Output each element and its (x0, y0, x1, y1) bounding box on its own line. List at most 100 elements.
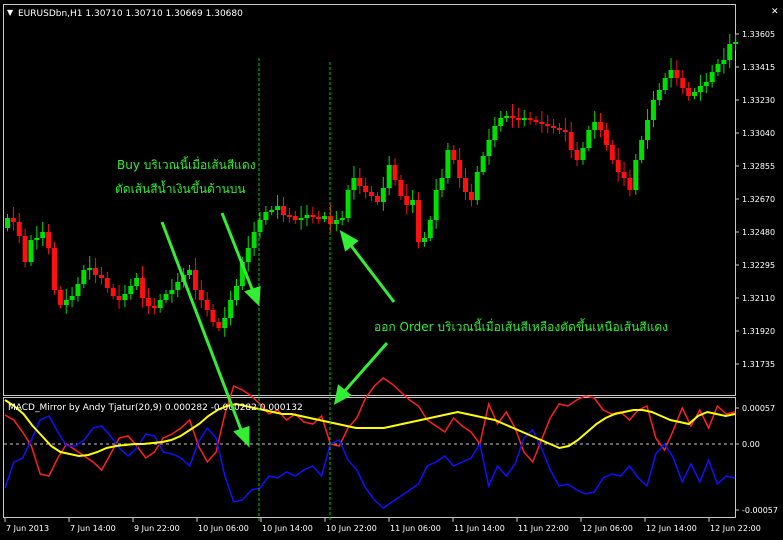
candle-body (275, 206, 281, 210)
candle-body (280, 206, 286, 215)
candle-body (34, 238, 40, 240)
candle-body (592, 122, 598, 130)
candle-body (392, 165, 398, 180)
candle-body (234, 286, 240, 300)
candle-body (316, 217, 322, 219)
candle-body (609, 145, 615, 160)
candle-body (650, 100, 656, 120)
candle-body (245, 248, 251, 262)
candle-body (721, 60, 727, 64)
candle-body (416, 200, 422, 242)
candle-body (504, 116, 510, 118)
buy-annotation-line-2: ตัดเส้นสีน้ำเงินขึ้นด้านบน (115, 180, 246, 196)
candle-body (527, 118, 533, 120)
candle-body (163, 294, 169, 300)
arrowhead-3 (339, 229, 359, 252)
candle-body (22, 236, 28, 262)
candle-body (151, 306, 157, 308)
candle-body (69, 296, 75, 300)
candle-body (703, 82, 709, 86)
candle-body (257, 220, 263, 232)
indicator-panel-frame (3, 397, 736, 518)
candle-body (75, 284, 81, 296)
candle-body (709, 72, 715, 82)
candle-body (51, 248, 57, 290)
candle-body (539, 122, 545, 124)
candle-body (386, 165, 392, 188)
candle-body (198, 290, 204, 300)
candle-body (175, 282, 181, 290)
candle-body (110, 288, 116, 296)
candle-body (645, 120, 651, 140)
candle-body (57, 290, 63, 305)
price-tick-label: 1.33040 (742, 129, 775, 138)
time-tick-label: 10 Jun 14:00 (262, 524, 313, 533)
candle-body (580, 148, 586, 160)
candle-body (98, 275, 104, 278)
candle-body (586, 130, 592, 148)
candle-body (292, 216, 298, 220)
candle-body (116, 296, 122, 300)
candle-body (40, 232, 46, 238)
candle-body (463, 178, 469, 192)
candle-body (457, 160, 463, 178)
candle-body (16, 222, 22, 236)
candle-body (715, 64, 721, 72)
candle-body (521, 118, 527, 120)
price-tick-label: 1.32855 (742, 162, 775, 171)
candle-body (551, 126, 557, 128)
buy-annotation-line-1: Buy บริเวณนี้เมื่อเส้นสีแดง (117, 156, 256, 172)
candle-body (574, 150, 580, 160)
candle-body (445, 150, 451, 178)
candle-body (339, 218, 345, 220)
candle-body (633, 160, 639, 190)
candle-body (216, 322, 222, 328)
candle-body (374, 196, 380, 202)
time-tick-label: 9 Jun 22:00 (134, 524, 180, 533)
candle-body (492, 126, 498, 140)
candle-body (486, 140, 492, 156)
candle-body (63, 300, 69, 305)
chart-canvas[interactable]: ▼ EURUSDbn,H1 1.30710 1.30710 1.30669 1.… (0, 0, 783, 540)
candle-body (187, 270, 193, 275)
menu-arrow-icon[interactable]: ▼ (7, 8, 14, 17)
candle-body (310, 215, 316, 217)
candle-body (627, 178, 633, 190)
candle-body (298, 218, 304, 220)
candle-body (87, 268, 93, 270)
time-tick-label: 7 Jun 2013 (6, 524, 49, 533)
candle-body (421, 238, 427, 242)
arrowhead-2 (244, 285, 261, 307)
candle-body (621, 172, 627, 178)
arrow-3 (347, 242, 396, 303)
indicator-tick-label: -0.00057 (742, 506, 778, 515)
macd-blue-line (4, 415, 736, 509)
candle-body (533, 120, 539, 122)
candle-body (697, 86, 703, 92)
candle-body (81, 270, 87, 284)
candle-body (668, 70, 674, 78)
price-tick-label: 1.33415 (742, 63, 775, 72)
price-panel-frame (3, 4, 736, 396)
mt4-chart-window[interactable]: ▼ EURUSDbn,H1 1.30710 1.30710 1.30669 1.… (0, 0, 783, 540)
candle-body (562, 130, 568, 132)
candle-body (545, 124, 551, 126)
candle-body (345, 190, 351, 218)
indicator-tick-label: 0.00 (742, 440, 760, 449)
candle-body (568, 132, 574, 150)
time-tick-label: 11 Jun 22:00 (518, 524, 569, 533)
candle-body (733, 42, 739, 44)
close-chart-icon[interactable]: ✕ (771, 7, 779, 17)
time-axis: 7 Jun 2013 7 Jun 14:00 9 Jun 22:00 10 Jun 0… (4, 518, 761, 533)
candle-body (251, 232, 257, 248)
price-tick-label: 1.33230 (742, 96, 775, 105)
indicator-axis: 0.00057 0.00 -0.00057 (735, 404, 778, 515)
candle-body (140, 278, 146, 298)
candle-body (169, 290, 175, 294)
price-tick-label: 1.32480 (742, 228, 775, 237)
candle-body (134, 278, 140, 286)
candle-body (286, 215, 292, 217)
candle-body (128, 286, 134, 294)
price-tick-label: 1.32295 (742, 261, 775, 270)
candle-body (662, 78, 668, 90)
